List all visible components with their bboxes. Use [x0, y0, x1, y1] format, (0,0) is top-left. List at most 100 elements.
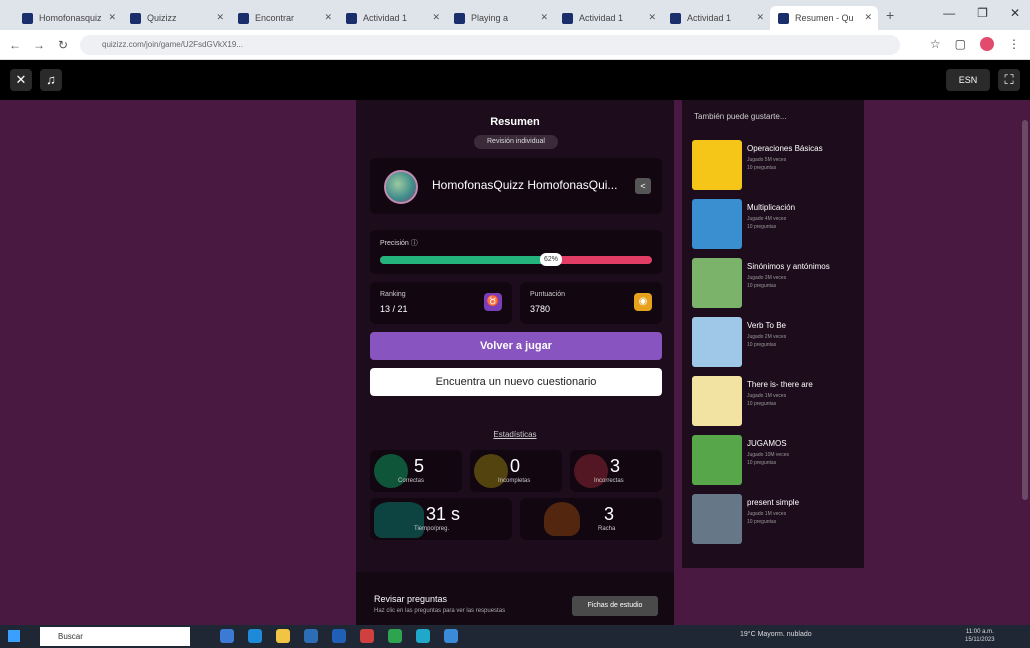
- app-top-bar: ✕ ♫ ESN ⛶: [0, 60, 1030, 100]
- chrome-icon[interactable]: [388, 629, 402, 643]
- suggested-quiz-item[interactable]: There is- there are Jugado 1M veces 10 pre…: [692, 376, 858, 426]
- tab-close-icon[interactable]: ✕: [324, 12, 332, 23]
- browser-tab[interactable]: Actividad 1 ✕: [554, 6, 662, 30]
- windows-start-icon[interactable]: [8, 630, 20, 642]
- share-icon[interactable]: <: [635, 178, 651, 194]
- edge-icon[interactable]: [248, 629, 262, 643]
- summary-panel: Resumen Revisión individual HomofonasQui…: [356, 100, 674, 625]
- stat-incorrect: 3 Incorrectas: [570, 450, 662, 492]
- suggested-quiz-item[interactable]: Verb To Be Jugado 2M veces 10 preguntas: [692, 317, 858, 367]
- tab-close-icon[interactable]: ✕: [108, 12, 116, 23]
- stat-incomplete: 0 Incompletas: [470, 450, 562, 492]
- browser-tab[interactable]: Homofonasquiz ✕: [14, 6, 122, 30]
- suggested-quiz-item[interactable]: JUGAMOS Jugado 10M veces 10 preguntas: [692, 435, 858, 485]
- tab-favicon-icon: [238, 12, 249, 24]
- suggested-quiz-item[interactable]: Sinónimos y antónimos Jugado 3M veces 10 p…: [692, 258, 858, 308]
- suggestions-panel: También puede gustarte... Operaciones Bá…: [682, 100, 864, 568]
- suggested-quiz-item[interactable]: Multiplicación Jugado 4M veces 10 pregunta…: [692, 199, 858, 249]
- suggestions-title: También puede gustarte...: [694, 112, 787, 121]
- quiz-plays: Jugado 3M veces: [747, 275, 787, 281]
- store-icon[interactable]: [304, 629, 318, 643]
- quiz-question-count: 10 preguntas: [747, 460, 777, 466]
- window-close-icon[interactable]: ✕: [1010, 6, 1020, 20]
- tab-favicon-icon: [22, 12, 33, 24]
- player-card: HomofonasQuizz HomofonasQui... <: [370, 158, 662, 214]
- stat-streak: 3 Racha: [520, 498, 662, 540]
- study-cards-button[interactable]: Fichas de estudio: [572, 596, 658, 616]
- quiz-title: Verb To Be: [747, 321, 786, 330]
- player-name: HomofonasQuizz HomofonasQui...: [432, 178, 618, 192]
- music-icon[interactable]: ♫: [40, 69, 62, 91]
- ranking-icon: ♉: [484, 293, 502, 311]
- page-scrollbar[interactable]: [1022, 120, 1028, 500]
- quiz-plays: Jugado 1M veces: [747, 511, 787, 517]
- browser-tab-active[interactable]: Resumen - Qu ✕: [770, 6, 878, 30]
- score-label: Puntuación: [530, 291, 566, 298]
- browser-tab[interactable]: Playing a ✕: [446, 6, 554, 30]
- suggested-quiz-item[interactable]: Operaciones Básicas Jugado 5M veces 10 pre…: [692, 140, 858, 190]
- task-view-icon[interactable]: [220, 629, 234, 643]
- tab-close-icon[interactable]: ✕: [864, 12, 872, 23]
- quiz-question-count: 10 preguntas: [747, 342, 777, 348]
- app-icon[interactable]: [444, 629, 458, 643]
- review-questions-section: Revisar preguntas Haz clic en las pregun…: [356, 572, 674, 625]
- quiz-thumbnail: [692, 258, 742, 308]
- url-field[interactable]: quizizz.com/join/game/U2FsdGVkX19...: [80, 34, 900, 55]
- browser-tab[interactable]: Actividad 1 ✕: [338, 6, 446, 30]
- browser-tab[interactable]: Actividad 1 ✕: [662, 6, 770, 30]
- browser-tab[interactable]: Quizizz ✕: [122, 6, 230, 30]
- play-again-button[interactable]: Volver a jugar: [370, 332, 662, 360]
- ranking-card: Ranking 13 / 21 ♉: [370, 282, 512, 324]
- precision-fill: [380, 256, 549, 264]
- fullscreen-icon[interactable]: ⛶: [998, 69, 1020, 91]
- forward-icon[interactable]: →: [30, 38, 48, 52]
- tab-close-icon[interactable]: ✕: [540, 12, 548, 23]
- tab-close-icon[interactable]: ✕: [756, 12, 764, 23]
- stats-title: Estadísticas: [493, 430, 537, 439]
- app-icon[interactable]: [360, 629, 374, 643]
- tab-close-icon[interactable]: ✕: [432, 12, 440, 23]
- quiz-plays: Jugado 10M veces: [747, 452, 789, 458]
- tab-close-icon[interactable]: ✕: [648, 12, 656, 23]
- tab-close-icon[interactable]: ✕: [216, 12, 224, 23]
- review-subtitle: Haz clic en las preguntas para ver las r…: [374, 608, 506, 614]
- quiz-plays: Jugado 5M veces: [747, 157, 787, 163]
- minimize-icon[interactable]: —: [943, 6, 955, 20]
- bookmark-star-icon[interactable]: ☆: [930, 37, 941, 51]
- quiz-question-count: 10 preguntas: [747, 165, 777, 171]
- find-new-quiz-button[interactable]: Encuentra un nuevo cuestionario: [370, 368, 662, 396]
- tab-favicon-icon: [130, 12, 141, 24]
- weather-tray[interactable]: 19°C Mayorm. nublado: [740, 631, 812, 638]
- taskbar-search[interactable]: Buscar: [40, 627, 190, 646]
- quiz-title: Operaciones Básicas: [747, 144, 823, 153]
- taskbar-clock[interactable]: 11:00 a.m. 15/11/2023: [965, 628, 995, 644]
- quiz-title: present simple: [747, 498, 800, 507]
- quiz-plays: Jugado 2M veces: [747, 334, 787, 340]
- reload-icon[interactable]: ↻: [54, 38, 72, 52]
- player-avatar: [384, 170, 418, 204]
- browser-menu-icon[interactable]: ⋮: [1008, 37, 1020, 51]
- quiz-plays: Jugado 1M veces: [747, 393, 787, 399]
- back-icon[interactable]: ←: [6, 38, 24, 52]
- suggested-quiz-item[interactable]: present simple Jugado 1M veces 10 pregunta…: [692, 494, 858, 544]
- mail-icon[interactable]: [332, 629, 346, 643]
- stat-time-per-question: 31 s Tiempo/preg.: [370, 498, 512, 540]
- window-controls: — ❐ ✕: [943, 6, 1020, 20]
- precision-bar: [380, 256, 652, 264]
- quiz-question-count: 10 preguntas: [747, 224, 777, 230]
- close-icon[interactable]: ✕: [10, 69, 32, 91]
- quiz-thumbnail: [692, 140, 742, 190]
- coin-icon: ◉: [634, 293, 652, 311]
- language-button[interactable]: ESN: [946, 69, 990, 91]
- app-icon[interactable]: [416, 629, 430, 643]
- quiz-thumbnail: [692, 435, 742, 485]
- file-explorer-icon[interactable]: [276, 629, 290, 643]
- sidepanel-icon[interactable]: ▢: [955, 37, 966, 51]
- browser-tab[interactable]: Encontrar ✕: [230, 6, 338, 30]
- maximize-icon[interactable]: ❐: [977, 6, 988, 20]
- profile-avatar[interactable]: [980, 37, 994, 51]
- precision-badge: 62%: [540, 253, 562, 266]
- new-tab-icon[interactable]: +: [886, 7, 894, 23]
- precision-card: Precisión ⓘ 62%: [370, 230, 662, 274]
- ranking-label: Ranking: [380, 291, 406, 298]
